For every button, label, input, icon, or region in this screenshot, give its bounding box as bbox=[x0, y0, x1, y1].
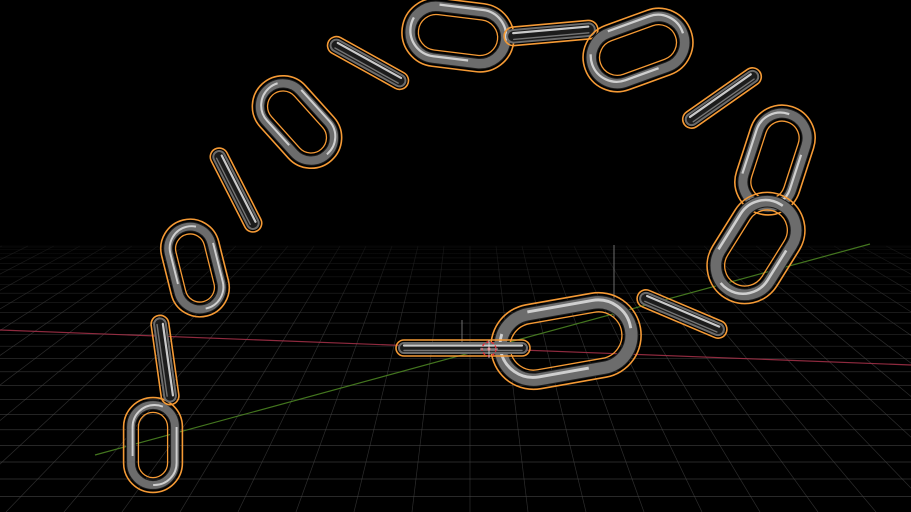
chain-link[interactable] bbox=[503, 19, 599, 47]
chain-link[interactable] bbox=[122, 396, 184, 494]
viewport-canvas[interactable] bbox=[0, 0, 911, 512]
chain-link[interactable] bbox=[679, 64, 765, 131]
chain-link[interactable] bbox=[398, 0, 518, 76]
chain-link[interactable] bbox=[573, 0, 702, 101]
chain-link[interactable] bbox=[240, 63, 355, 181]
chain-link[interactable] bbox=[207, 145, 265, 235]
3d-viewport[interactable] bbox=[0, 0, 911, 512]
chain-link[interactable] bbox=[324, 33, 411, 92]
chain-link[interactable] bbox=[395, 339, 531, 357]
